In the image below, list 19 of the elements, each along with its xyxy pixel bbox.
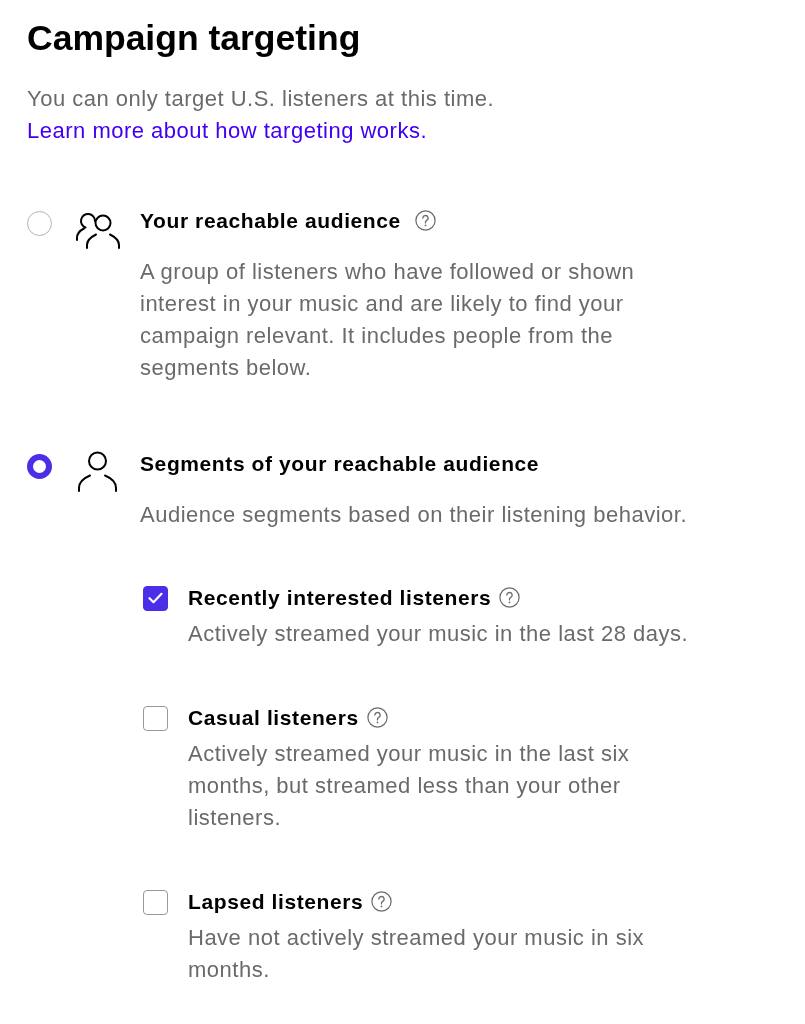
learn-more-link[interactable]: Learn more about how targeting works. [27, 117, 428, 143]
option-description: Audience segments based on their listening behavior. [140, 500, 688, 529]
segment-title: Recently interested listeners [188, 584, 492, 611]
option-title: Your reachable audience [140, 207, 401, 234]
check-icon [148, 592, 163, 605]
checkbox[interactable] [143, 705, 168, 731]
option-title: Segments of your reachable audience [140, 450, 540, 477]
targeting-notice: You can only target U.S. listeners at this time. Learn more about how targeting works. [27, 84, 496, 145]
option-description: A group of listeners who have followed or shown interest in your music and are likely to find your campaign relevant. It includes people from the segments below. [140, 257, 636, 382]
page-title: Campaign targeting [27, 17, 362, 60]
segment-description: Actively streamed your music in the last six months, but streamed less than your other listeners. [188, 739, 631, 832]
segment-title: Lapsed listeners [188, 888, 364, 915]
checkbox[interactable] [143, 585, 168, 611]
checkbox[interactable] [143, 889, 168, 915]
radio-button[interactable] [27, 210, 52, 236]
radio-button[interactable] [27, 453, 52, 479]
segment-description: Have not actively streamed your music in six months. [188, 923, 646, 984]
segment-description: Actively streamed your music in the last 28 days. [188, 619, 689, 648]
segment-title: Casual listeners [188, 704, 359, 731]
